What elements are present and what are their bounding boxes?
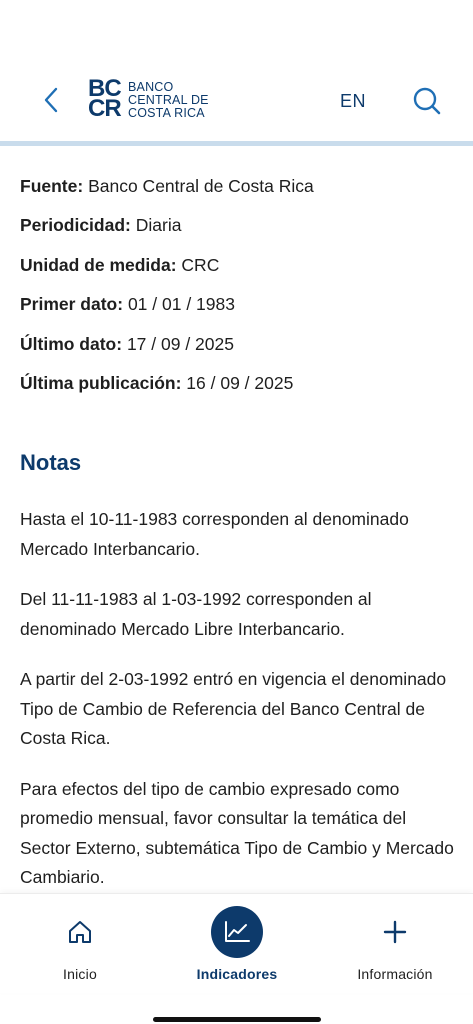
note-paragraph: Para efectos del tipo de cambio expresad… [20, 778, 454, 888]
bottom-navigation: Inicio Indicadores Información [0, 893, 473, 993]
header-divider [0, 141, 473, 146]
meta-fuente: Fuente: Banco Central de Costa Rica [20, 176, 314, 196]
app-header: BC CR BANCO CENTRAL DE COSTA RICA EN [0, 0, 473, 146]
note-paragraph: Del 11-11-1983 al 1-03-1992 corresponden… [20, 589, 372, 639]
plus-icon [383, 920, 407, 944]
search-icon [413, 87, 441, 115]
meta-ultima-publicacion: Última publicación: 16 / 09 / 2025 [20, 372, 294, 393]
meta-primer-dato: Primer dato: 01 / 01 / 1983 [20, 294, 235, 315]
app-screen: BC CR BANCO CENTRAL DE COSTA RICA EN Fue… [0, 0, 473, 1024]
nav-label-informacion: Información [357, 966, 433, 982]
meta-unidad: Unidad de medida: CRC [20, 254, 220, 275]
language-toggle[interactable]: EN [340, 91, 366, 112]
chart-line-icon [225, 921, 250, 942]
home-icon [69, 921, 91, 943]
note-paragraph: Hasta el 10-11-1983 corresponden al deno… [20, 509, 409, 559]
back-button[interactable] [36, 84, 66, 116]
notes-heading: Notas [20, 450, 82, 475]
nav-label-inicio: Inicio [63, 966, 97, 982]
logo-mark: BC CR [88, 75, 122, 122]
nav-item-inicio[interactable]: Inicio [10, 894, 150, 994]
meta-ultimo-dato: Último dato: 17 / 09 / 2025 [20, 333, 234, 354]
notes-list: Hasta el 10-11-1983 corresponden al deno… [20, 505, 460, 914]
nav-label-indicadores: Indicadores [196, 966, 278, 982]
nav-item-indicadores[interactable]: Indicadores [167, 894, 307, 994]
metadata-list: Fuente: Banco Central de Costa Rica Peri… [20, 174, 460, 410]
logo-text: BANCO CENTRAL DE COSTA RICA [128, 79, 209, 120]
meta-periodicidad: Periodicidad: Diaria [20, 215, 182, 236]
note-paragraph: A partir del 2-03-1992 entró en vigencia… [20, 669, 447, 748]
search-button[interactable] [410, 84, 444, 118]
chevron-left-icon [44, 87, 58, 113]
bccr-logo[interactable]: BC CR BANCO CENTRAL DE COSTA RICA [88, 75, 209, 122]
nav-item-informacion[interactable]: Información [325, 894, 465, 994]
home-indicator[interactable] [153, 1017, 321, 1022]
